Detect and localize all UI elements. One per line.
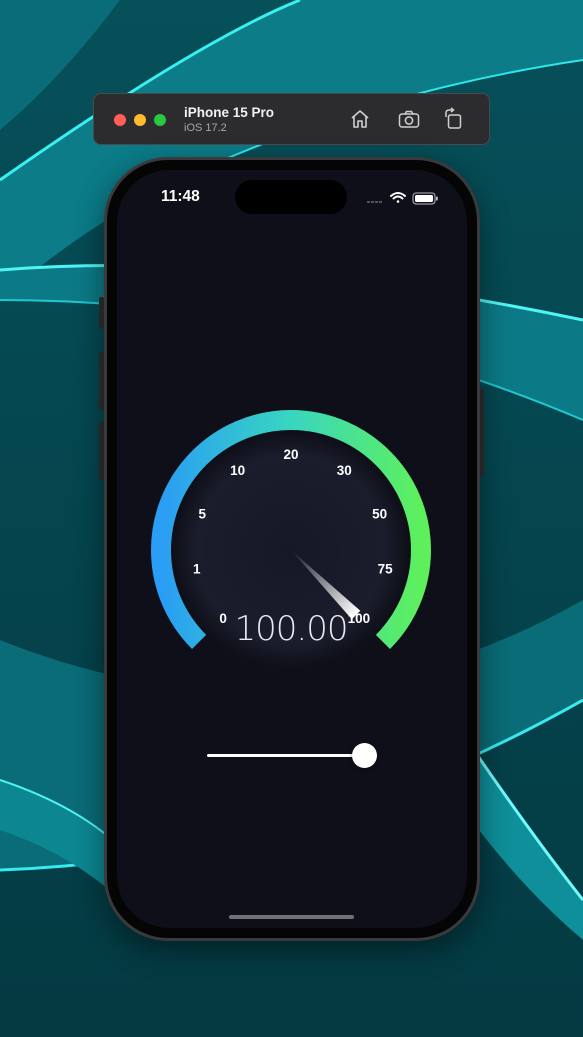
close-window-button[interactable] xyxy=(114,114,126,126)
rotate-icon[interactable] xyxy=(442,107,466,131)
home-indicator[interactable] xyxy=(229,915,354,919)
simulator-title-bar: iPhone 15 Pro iOS 17.2 xyxy=(93,93,490,145)
tick-label: 0 xyxy=(219,611,227,626)
tick-label: 50 xyxy=(372,506,387,521)
tick-label: 10 xyxy=(230,463,245,478)
device-name: iPhone 15 Pro xyxy=(184,105,275,120)
status-icons xyxy=(367,192,438,205)
home-icon[interactable] xyxy=(348,107,372,131)
tick-label: 5 xyxy=(199,506,207,521)
speed-readout: 100.00 xyxy=(235,609,348,649)
phone-screen: 11:48 0 1 5 10 20 30 50 75 100 100.00 xyxy=(117,170,467,928)
dynamic-island xyxy=(235,180,347,214)
tick-label: 1 xyxy=(193,562,201,577)
minimize-window-button[interactable] xyxy=(134,114,146,126)
wifi-icon xyxy=(390,192,406,203)
zoom-window-button[interactable] xyxy=(154,114,166,126)
battery-icon xyxy=(412,192,438,205)
screenshot-icon[interactable] xyxy=(397,107,421,131)
tick-label: 20 xyxy=(283,447,298,462)
speed-slider[interactable] xyxy=(207,740,379,770)
tick-label: 30 xyxy=(337,463,352,478)
slider-track[interactable] xyxy=(207,754,367,757)
device-os-version: iOS 17.2 xyxy=(184,122,227,134)
signal-icon xyxy=(367,201,382,203)
speedometer-gauge: 0151020305075100 100.00 xyxy=(151,410,431,668)
status-time: 11:48 xyxy=(161,188,200,205)
tick-label: 75 xyxy=(378,562,394,577)
slider-thumb[interactable] xyxy=(352,743,377,768)
